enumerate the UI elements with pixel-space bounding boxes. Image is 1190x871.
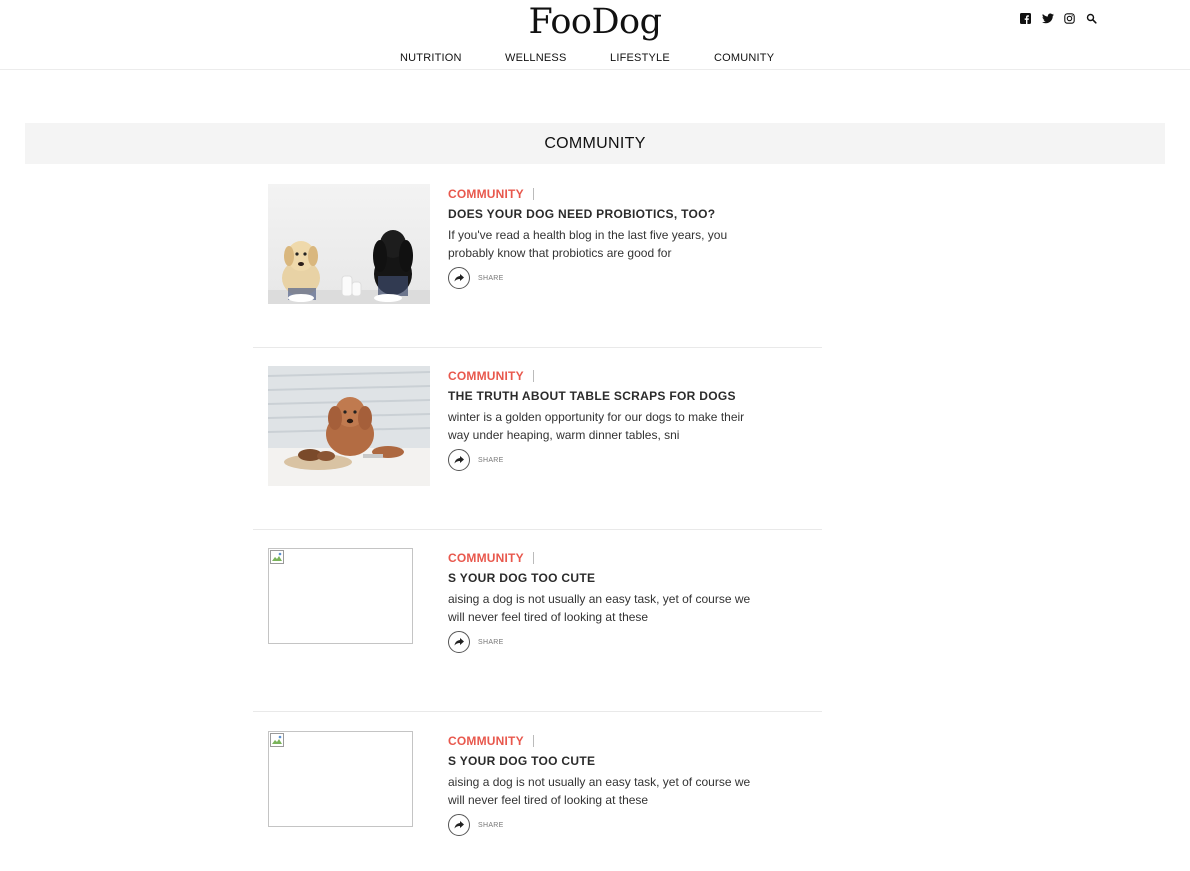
article-thumbnail[interactable]: [267, 366, 431, 491]
article-title[interactable]: S YOUR DOG TOO CUTE: [448, 571, 595, 585]
share-label: SHARE: [478, 821, 504, 829]
social-icons: [1020, 11, 1108, 25]
article-title[interactable]: S YOUR DOG TOO CUTE: [448, 754, 595, 768]
nav-nutrition[interactable]: NUTRITION: [400, 52, 462, 64]
nav-lifestyle[interactable]: LIFESTYLE: [610, 52, 670, 64]
share-label: SHARE: [478, 638, 504, 646]
article-thumbnail[interactable]: [268, 184, 430, 309]
article-category[interactable]: COMMUNITY: [448, 551, 534, 565]
category-separator: [532, 188, 534, 200]
main-nav: NUTRITION WELLNESS LIFESTYLE COMUNITY: [0, 52, 1190, 66]
site-header: FooDog NUTRITION WELLNESS LIFESTYLE COMU…: [0, 0, 1190, 70]
share-button[interactable]: SHARE: [448, 631, 504, 653]
share-button[interactable]: SHARE: [448, 449, 504, 471]
article-divider: [253, 529, 822, 530]
article-excerpt: winter is a golden opportunity for our d…: [448, 410, 745, 442]
article-excerpt: aising a dog is not usually an easy task…: [448, 775, 751, 807]
twitter-icon[interactable]: [1042, 11, 1056, 25]
share-label: SHARE: [478, 274, 504, 282]
article-card: COMMUNITY S YOUR DOG TOO CUTE aising a d…: [253, 731, 822, 861]
instagram-icon[interactable]: [1064, 11, 1078, 25]
article-card: COMMUNITY DOES YOUR DOG NEED PROBIOTICS,…: [253, 184, 822, 348]
category-separator: [532, 370, 534, 382]
share-icon[interactable]: [448, 449, 470, 471]
share-button[interactable]: SHARE: [448, 267, 504, 289]
share-button[interactable]: SHARE: [448, 814, 504, 836]
nav-wellness[interactable]: WELLNESS: [505, 52, 567, 64]
article-card: COMMUNITY S YOUR DOG TOO CUTE aising a d…: [253, 548, 822, 712]
broken-image: [268, 548, 413, 644]
article-thumbnail[interactable]: [268, 731, 413, 827]
article-card: COMMUNITY THE TRUTH ABOUT TABLE SCRAPS F…: [253, 366, 822, 530]
article-category[interactable]: COMMUNITY: [448, 734, 534, 748]
broken-image-icon: [270, 733, 284, 747]
article-divider: [253, 711, 822, 712]
article-thumbnail[interactable]: [268, 548, 413, 644]
article-excerpt: If you've read a health blog in the last…: [448, 228, 728, 260]
broken-image-icon: [270, 550, 284, 564]
article-excerpt: aising a dog is not usually an easy task…: [448, 592, 751, 624]
article-category[interactable]: COMMUNITY: [448, 187, 534, 201]
article-title[interactable]: DOES YOUR DOG NEED PROBIOTICS, TOO?: [448, 207, 715, 221]
category-banner: COMMUNITY: [25, 123, 1165, 164]
category-separator: [532, 735, 534, 747]
nav-community[interactable]: COMUNITY: [714, 52, 774, 64]
article-category[interactable]: COMMUNITY: [448, 369, 534, 383]
article-divider: [253, 347, 822, 348]
share-icon[interactable]: [448, 814, 470, 836]
search-icon[interactable]: [1086, 11, 1100, 25]
facebook-icon[interactable]: [1020, 11, 1034, 25]
share-label: SHARE: [478, 456, 504, 464]
site-logo[interactable]: FooDog: [0, 0, 1190, 44]
broken-image: [268, 731, 413, 827]
share-icon[interactable]: [448, 631, 470, 653]
share-icon[interactable]: [448, 267, 470, 289]
category-separator: [532, 552, 534, 564]
article-title[interactable]: THE TRUTH ABOUT TABLE SCRAPS FOR DOGS: [448, 389, 736, 403]
